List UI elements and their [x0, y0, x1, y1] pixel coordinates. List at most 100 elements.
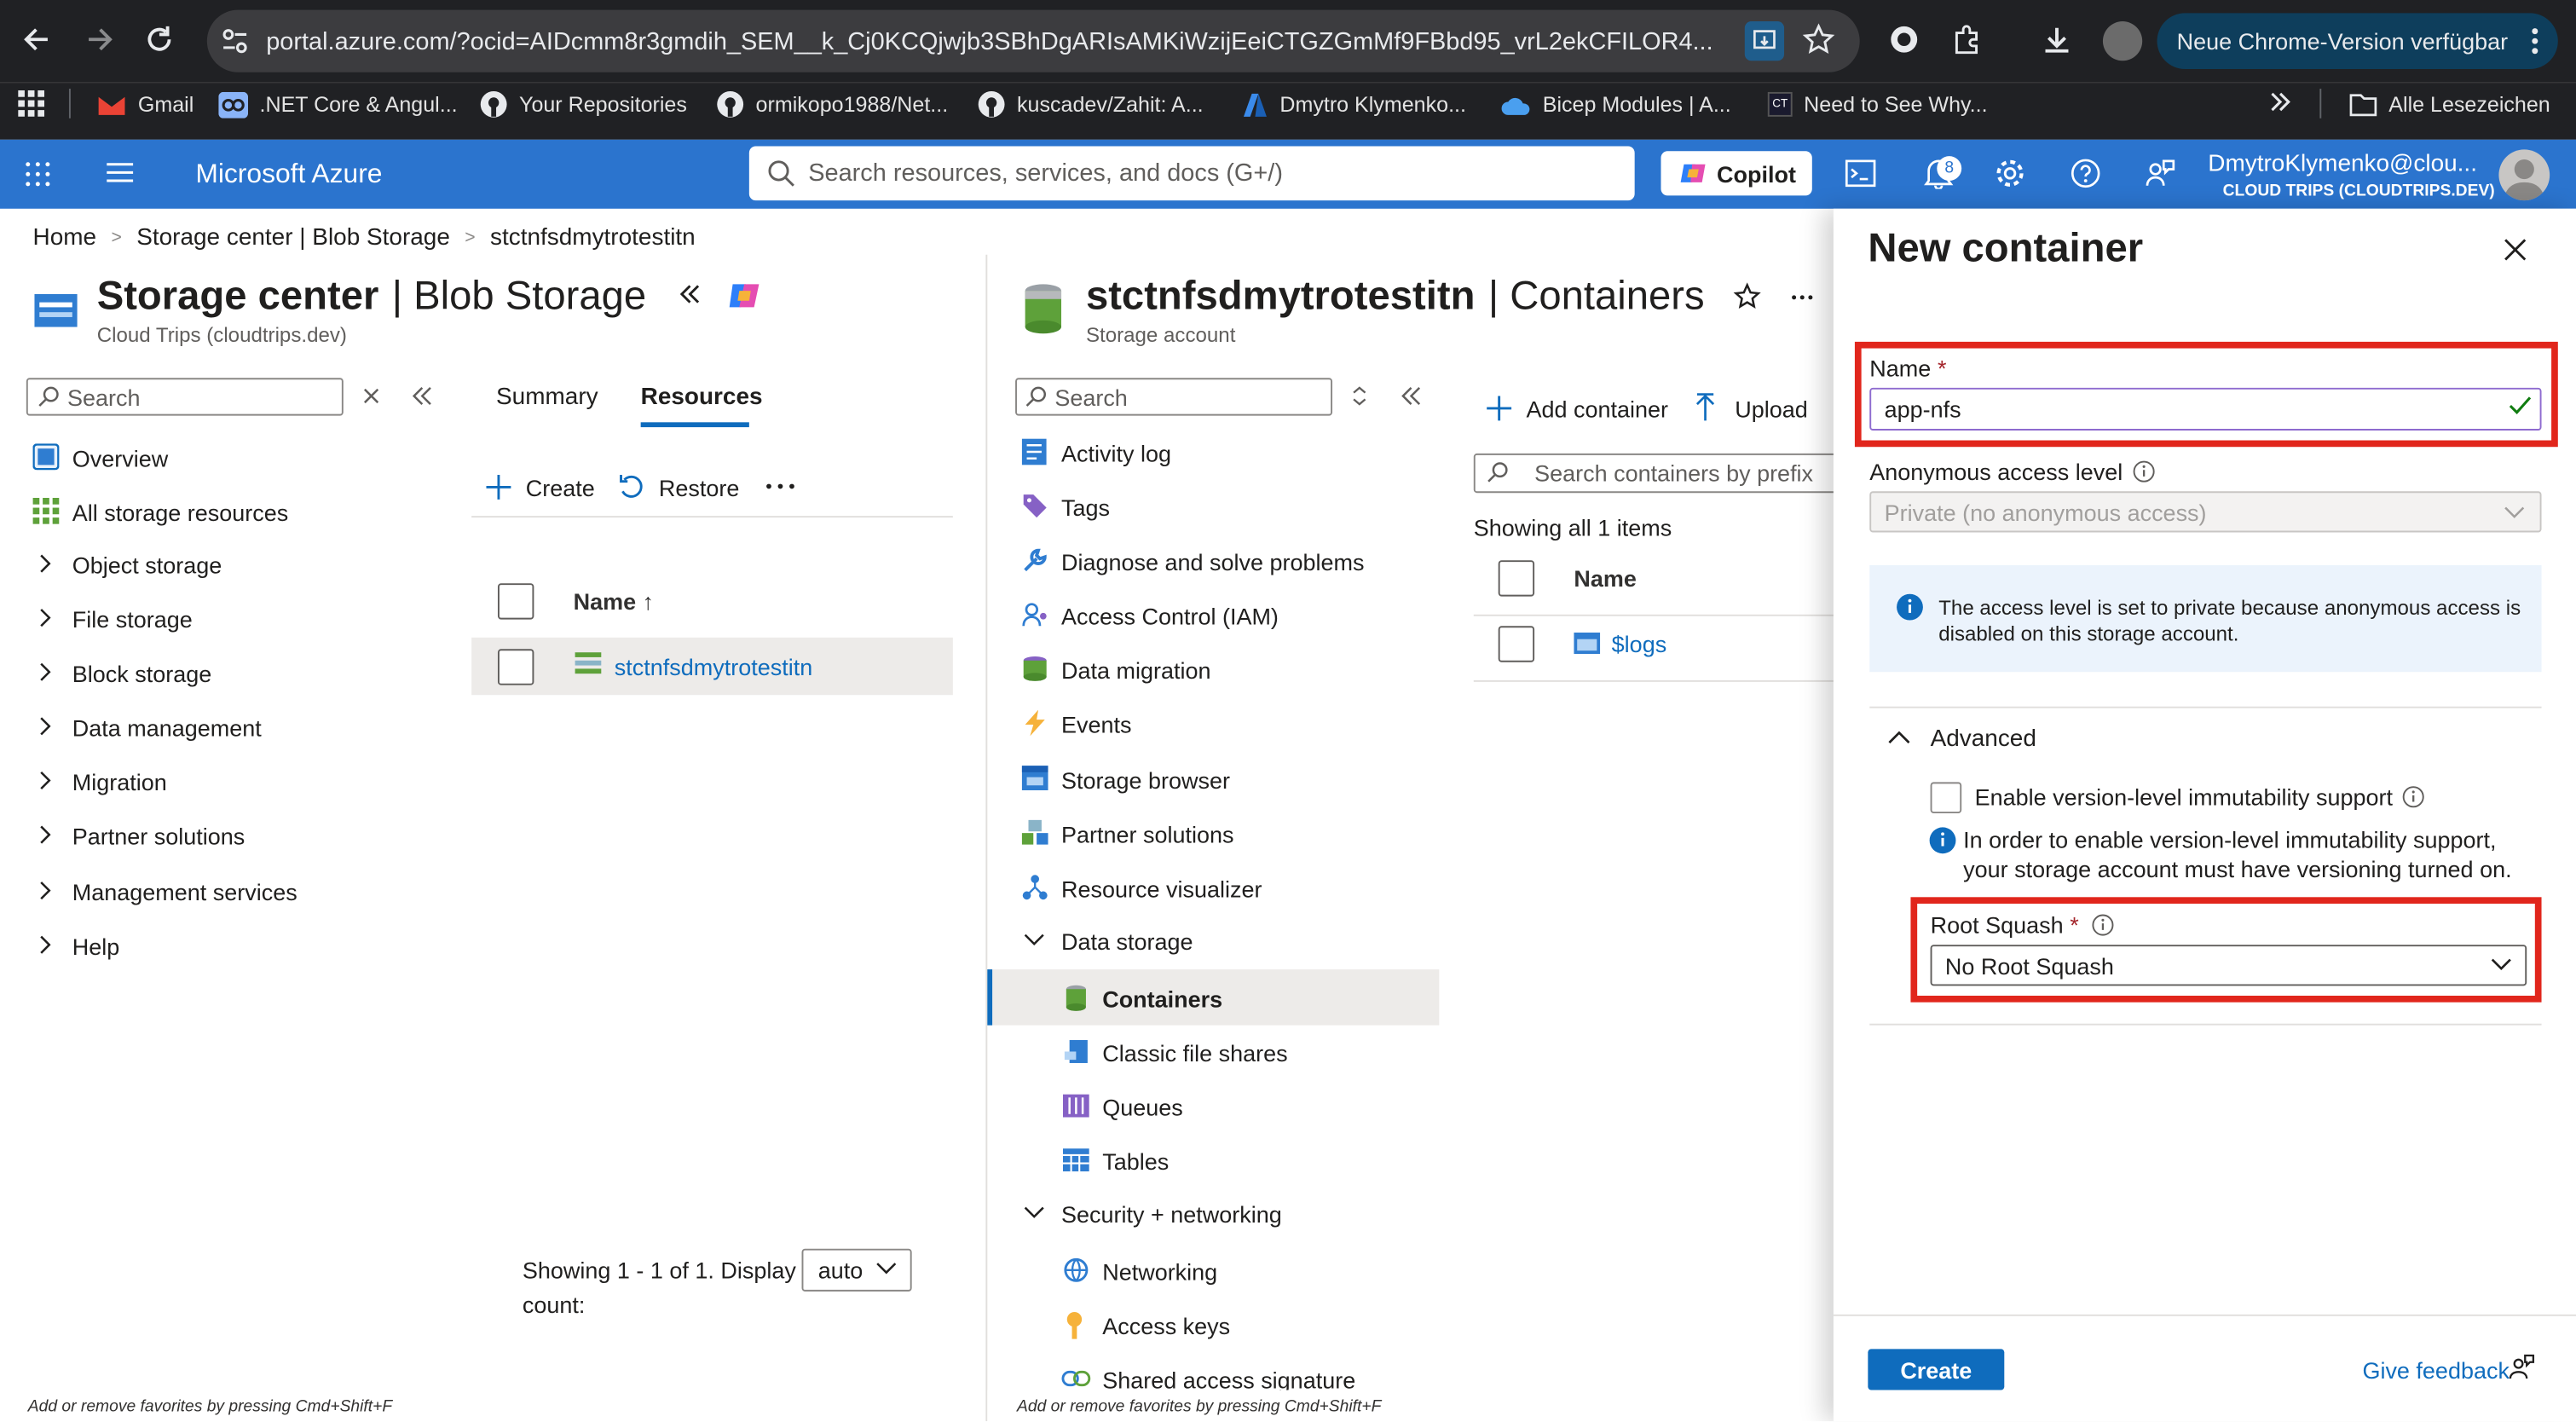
- menu-storage-browser[interactable]: Storage browser: [1061, 762, 1230, 798]
- nav-all-storage-resources[interactable]: All storage resources: [72, 494, 288, 530]
- expand-chevron-icon[interactable]: [39, 935, 52, 955]
- apps-grid-icon[interactable]: [18, 90, 45, 117]
- bookmark-repos[interactable]: Your Repositories: [480, 82, 687, 126]
- menu-diagnose[interactable]: Diagnose and solve problems: [1061, 544, 1364, 580]
- breadcrumb-storage-center[interactable]: Storage center | Blob Storage: [136, 225, 450, 251]
- nav-help[interactable]: Help: [72, 928, 120, 964]
- tab-resources[interactable]: Resources: [641, 379, 763, 415]
- collapse-chevron-down-icon[interactable]: [1024, 1206, 1045, 1219]
- menu-data-migration[interactable]: Data migration: [1061, 652, 1210, 688]
- menu-group-security[interactable]: Security + networking: [1061, 1196, 1282, 1232]
- menu-events[interactable]: Events: [1061, 707, 1132, 743]
- hamburger-menu-icon[interactable]: [105, 159, 135, 186]
- feedback-icon[interactable]: [2144, 158, 2175, 189]
- help-icon[interactable]: [2070, 158, 2101, 189]
- immutability-checkbox[interactable]: [1930, 782, 1962, 814]
- menu-group-data-storage[interactable]: Data storage: [1061, 923, 1193, 959]
- bookmark-need[interactable]: CT Need to See Why...: [1767, 82, 1988, 126]
- info-circle-icon[interactable]: [2403, 785, 2426, 808]
- menu-partner-solutions[interactable]: Partner solutions: [1061, 817, 1233, 853]
- more-options-icon[interactable]: [1791, 294, 1814, 301]
- row-checkbox[interactable]: [497, 649, 534, 685]
- menu-queues[interactable]: Queues: [1102, 1090, 1183, 1125]
- feedback-person-icon[interactable]: [2509, 1354, 2535, 1380]
- menu-networking[interactable]: Networking: [1102, 1254, 1217, 1290]
- download-icon[interactable]: [2041, 23, 2074, 56]
- menu-tags[interactable]: Tags: [1061, 489, 1110, 525]
- forward-icon[interactable]: [82, 23, 115, 56]
- url-text[interactable]: portal.azure.com/?ocid=AIDcmm8r3gmdih_SE…: [266, 10, 1713, 72]
- give-feedback-link[interactable]: Give feedback: [2362, 1352, 2509, 1388]
- column-name-header[interactable]: Name: [1574, 560, 1637, 596]
- select-all-checkbox[interactable]: [1498, 560, 1535, 597]
- bookmark-gmail[interactable]: Gmail: [97, 82, 193, 126]
- menu-tables[interactable]: Tables: [1102, 1143, 1169, 1179]
- nav-partner-solutions[interactable]: Partner solutions: [72, 818, 245, 854]
- bookmark-dotnet[interactable]: .NET Core & Angul...: [218, 82, 458, 126]
- more-bookmarks-icon[interactable]: [2269, 90, 2292, 113]
- collapse-chevron-up-icon[interactable]: [1887, 730, 1910, 744]
- create-container-button[interactable]: Create: [1868, 1349, 2005, 1390]
- copilot-sparkle-icon[interactable]: [728, 278, 762, 312]
- nav-overview[interactable]: Overview: [72, 441, 168, 477]
- breadcrumb-account[interactable]: stctnfsdmytrotestitn: [490, 225, 696, 251]
- storage-account-link[interactable]: stctnfsdmytrotestitn: [615, 649, 812, 685]
- collapse-menu-icon[interactable]: [412, 386, 432, 406]
- bookmark-dmytro[interactable]: Dmytro Klymenko...: [1242, 82, 1466, 126]
- favorite-star-icon[interactable]: [1733, 282, 1761, 310]
- extensions-icon[interactable]: [1950, 23, 1984, 56]
- menu-access-control[interactable]: Access Control (IAM): [1061, 598, 1279, 634]
- upload-button[interactable]: Upload: [1735, 391, 1808, 427]
- more-actions-icon[interactable]: [765, 483, 795, 490]
- menu-resource-visualizer[interactable]: Resource visualizer: [1061, 870, 1262, 906]
- clear-search-icon[interactable]: [363, 388, 379, 404]
- back-icon[interactable]: [21, 23, 55, 56]
- bookmark-kuscadev[interactable]: kuscadev/Zahit: A...: [978, 82, 1204, 126]
- breadcrumb-home[interactable]: Home: [33, 225, 97, 251]
- nav-migration[interactable]: Migration: [72, 764, 167, 800]
- extension-circle-icon[interactable]: [1889, 25, 1919, 55]
- restore-button[interactable]: Restore: [659, 470, 739, 506]
- site-settings-icon[interactable]: [218, 25, 251, 58]
- row-checkbox[interactable]: [1498, 626, 1535, 662]
- portal-menu-grid-icon[interactable]: [25, 161, 51, 188]
- tab-summary[interactable]: Summary: [496, 379, 598, 415]
- bookmark-ormikopo[interactable]: ormikopo1988/Net...: [716, 82, 948, 126]
- expand-chevron-icon[interactable]: [39, 608, 52, 627]
- select-all-checkbox[interactable]: [497, 583, 534, 620]
- settings-gear-icon[interactable]: [1995, 158, 2026, 189]
- menu-access-keys[interactable]: Access keys: [1102, 1308, 1230, 1344]
- menu-activity-log[interactable]: Activity log: [1061, 436, 1171, 471]
- close-icon[interactable]: [2504, 238, 2527, 261]
- collapse-chevron-down-icon[interactable]: [1024, 934, 1045, 946]
- expand-chevron-icon[interactable]: [39, 554, 52, 574]
- info-circle-icon[interactable]: [2133, 460, 2156, 483]
- container-link[interactable]: $logs: [1612, 626, 1667, 662]
- account-avatar[interactable]: [2498, 149, 2550, 201]
- menu-containers[interactable]: Containers: [1102, 981, 1222, 1017]
- expand-chevron-icon[interactable]: [39, 825, 52, 845]
- create-button[interactable]: Create: [526, 470, 595, 506]
- nav-block-storage[interactable]: Block storage: [72, 656, 211, 691]
- expand-chevron-icon[interactable]: [39, 716, 52, 736]
- expand-chevron-icon[interactable]: [39, 662, 52, 682]
- reload-icon[interactable]: [143, 23, 176, 56]
- nav-management-services[interactable]: Management services: [72, 874, 297, 910]
- account-tenant[interactable]: CLOUD TRIPS (CLOUDTRIPS.DEV): [2223, 179, 2495, 202]
- nav-file-storage[interactable]: File storage: [72, 601, 193, 637]
- collapse-menu-icon[interactable]: [1401, 386, 1421, 406]
- update-label[interactable]: Neue Chrome-Version verfügbar: [2177, 13, 2508, 69]
- all-bookmarks[interactable]: Alle Lesezeichen: [2349, 82, 2550, 126]
- expand-chevron-icon[interactable]: [39, 881, 52, 900]
- install-app-icon[interactable]: [1744, 21, 1785, 61]
- add-container-button[interactable]: Add container: [1526, 391, 1668, 427]
- expand-chevron-icon[interactable]: [39, 771, 52, 790]
- kebab-menu-icon[interactable]: [2528, 25, 2541, 58]
- profile-avatar[interactable]: [2102, 21, 2143, 61]
- column-name-header[interactable]: Name ↑: [574, 583, 654, 619]
- nav-data-management[interactable]: Data management: [72, 710, 262, 746]
- sort-updown-icon[interactable]: [1352, 386, 1366, 406]
- collapse-double-chevron-icon[interactable]: [677, 281, 703, 308]
- cloud-shell-icon[interactable]: [1845, 159, 1876, 188]
- menu-classic-file-shares[interactable]: Classic file shares: [1102, 1035, 1287, 1071]
